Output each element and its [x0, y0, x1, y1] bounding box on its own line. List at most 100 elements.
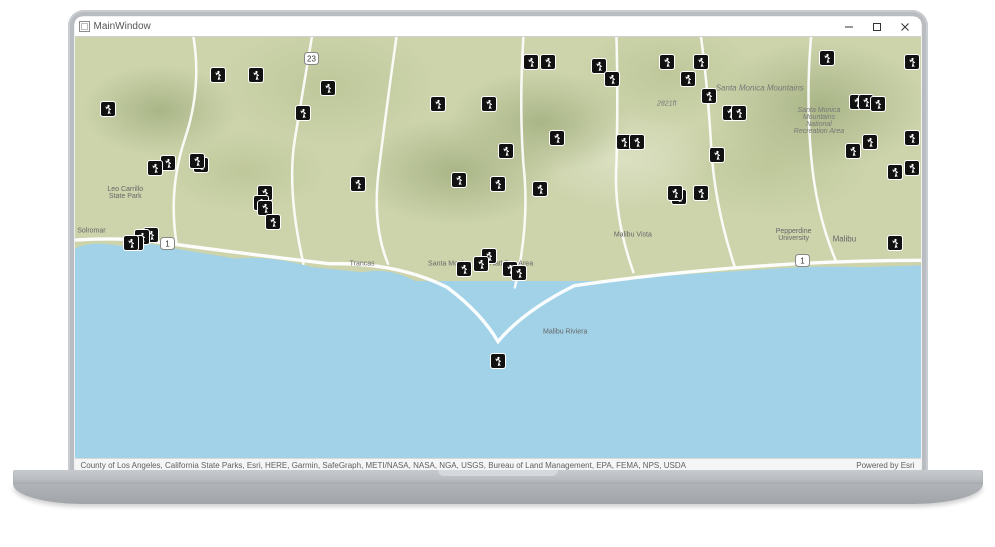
hiker-icon: [734, 108, 744, 118]
trailhead-marker[interactable]: [694, 55, 708, 69]
trailhead-marker[interactable]: [660, 55, 674, 69]
trailhead-marker[interactable]: [541, 55, 555, 69]
trailhead-marker[interactable]: [351, 177, 365, 191]
hiker-icon: [476, 259, 486, 269]
hiker-icon: [704, 91, 714, 101]
hiker-icon: [526, 57, 536, 67]
hiker-icon: [873, 99, 883, 109]
trailhead-marker[interactable]: [148, 161, 162, 175]
trailhead-marker[interactable]: [550, 131, 564, 145]
trailhead-marker[interactable]: [702, 89, 716, 103]
titlebar: MainWindow: [75, 17, 921, 37]
hiker-icon: [607, 74, 617, 84]
hiker-icon: [260, 203, 270, 213]
hiker-icon: [865, 137, 875, 147]
trailhead-marker[interactable]: [211, 68, 225, 82]
hiker-icon: [696, 188, 706, 198]
hiker-icon: [514, 268, 524, 278]
hiker-icon: [433, 99, 443, 109]
trailhead-marker[interactable]: [668, 186, 682, 200]
trailhead-marker[interactable]: [846, 144, 860, 158]
trailhead-marker[interactable]: [124, 236, 138, 250]
hiker-icon: [493, 356, 503, 366]
hiker-icon: [268, 217, 278, 227]
hiker-icon: [163, 158, 173, 168]
maximize-button[interactable]: [863, 18, 891, 35]
hiker-icon: [353, 179, 363, 189]
trailhead-marker[interactable]: [474, 257, 488, 271]
hiker-icon: [192, 156, 202, 166]
hiker-icon: [535, 184, 545, 194]
hiker-icon: [126, 238, 136, 248]
hiker-icon: [493, 179, 503, 189]
hiker-icon: [712, 150, 722, 160]
hiker-icon: [670, 188, 680, 198]
hiker-icon: [594, 61, 604, 71]
trailhead-marker[interactable]: [161, 156, 175, 170]
minimize-button[interactable]: [835, 18, 863, 35]
trailhead-marker[interactable]: [452, 173, 466, 187]
trailhead-marker[interactable]: [681, 72, 695, 86]
hiker-icon: [907, 133, 917, 143]
trailhead-marker[interactable]: [249, 68, 263, 82]
hiker-icon: [696, 57, 706, 67]
trailhead-marker[interactable]: [732, 106, 746, 120]
trailhead-marker[interactable]: [457, 262, 471, 276]
trailhead-marker[interactable]: [871, 97, 885, 111]
trailhead-marker[interactable]: [491, 177, 505, 191]
trailhead-marker[interactable]: [491, 354, 505, 368]
map-view[interactable]: Santa Monica MountainsSanta MonicaMounta…: [75, 37, 921, 458]
trailhead-marker[interactable]: [482, 97, 496, 111]
trailhead-marker[interactable]: [431, 97, 445, 111]
hiker-icon: [619, 137, 629, 147]
close-button[interactable]: [891, 18, 919, 35]
hiker-icon: [907, 57, 917, 67]
trailhead-marker[interactable]: [820, 51, 834, 65]
hiker-icon: [454, 175, 464, 185]
trailhead-marker[interactable]: [888, 236, 902, 250]
trailhead-marker[interactable]: [101, 102, 115, 116]
trailhead-marker[interactable]: [296, 106, 310, 120]
hiker-icon: [552, 133, 562, 143]
trailhead-marker[interactable]: [694, 186, 708, 200]
hiker-icon: [890, 238, 900, 248]
hiker-icon: [543, 57, 553, 67]
laptop-base: [48, 470, 948, 510]
trailhead-marker[interactable]: [258, 201, 272, 215]
trailhead-marker[interactable]: [190, 154, 204, 168]
hiker-icon: [822, 53, 832, 63]
trailhead-marker[interactable]: [499, 144, 513, 158]
trailhead-marker[interactable]: [533, 182, 547, 196]
trailhead-marker[interactable]: [524, 55, 538, 69]
trailhead-marker[interactable]: [512, 266, 526, 280]
laptop-screen-frame: MainWindow: [68, 10, 928, 480]
hiker-icon: [251, 70, 261, 80]
hiker-icon: [103, 104, 113, 114]
hiker-icon: [484, 99, 494, 109]
hiker-icon: [501, 146, 511, 156]
trailhead-marker[interactable]: [321, 81, 335, 95]
trailhead-marker[interactable]: [888, 165, 902, 179]
app-icon: [79, 21, 90, 32]
trailhead-marker[interactable]: [905, 161, 919, 175]
trailhead-marker[interactable]: [905, 55, 919, 69]
hiker-icon: [907, 163, 917, 173]
hiker-icon: [683, 74, 693, 84]
hiker-icon: [150, 163, 160, 173]
trailhead-marker[interactable]: [905, 131, 919, 145]
trailhead-marker[interactable]: [605, 72, 619, 86]
hiker-icon: [632, 137, 642, 147]
hiker-icon: [890, 167, 900, 177]
hiker-icon: [213, 70, 223, 80]
trailhead-marker[interactable]: [863, 135, 877, 149]
hiker-icon: [298, 108, 308, 118]
trailhead-marker[interactable]: [710, 148, 724, 162]
hiker-icon: [662, 57, 672, 67]
window-title: MainWindow: [94, 21, 151, 32]
trailhead-marker[interactable]: [592, 59, 606, 73]
hiker-icon: [848, 146, 858, 156]
hiker-icon: [861, 97, 871, 107]
hiker-icon: [323, 83, 333, 93]
trailhead-marker[interactable]: [266, 215, 280, 229]
trailhead-marker[interactable]: [630, 135, 644, 149]
